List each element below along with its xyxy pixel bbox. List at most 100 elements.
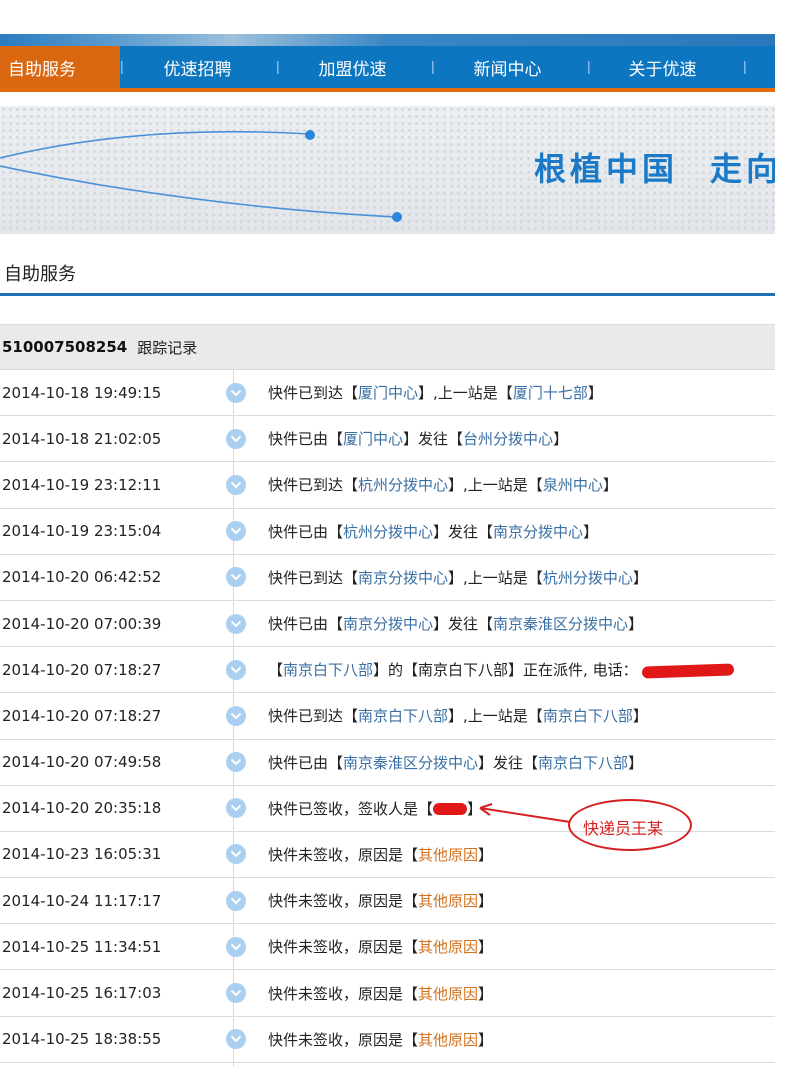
location-link[interactable]: 南京秦淮区分拨中心 bbox=[343, 754, 478, 772]
row-message: 快件已到达【南京分拨中心】,上一站是【杭州分拨中心】 bbox=[268, 567, 648, 588]
row-message: 快件未签收，原因是【其他原因】 bbox=[268, 1029, 493, 1050]
route-node bbox=[305, 130, 315, 140]
row-message: 快件未签收，原因是【其他原因】 bbox=[268, 936, 493, 957]
location-link[interactable]: 厦门中心 bbox=[343, 430, 403, 448]
tracking-header: 510007508254 跟踪记录 bbox=[0, 324, 775, 370]
chevron-down-icon bbox=[226, 752, 246, 773]
chevron-down-icon bbox=[226, 382, 246, 403]
message-text: 快件已由【 bbox=[268, 430, 344, 449]
row-message: 快件未签收，原因是【其他原因】 bbox=[268, 890, 493, 911]
message-text: 快件已到达【 bbox=[268, 707, 359, 726]
message-text: 】 bbox=[478, 938, 494, 957]
tracking-row: 2014-10-20 07:18:27 【南京白下八部】的【南京白下八部】正在派件… bbox=[0, 647, 775, 694]
annotation-label: 快递员王某 bbox=[583, 819, 664, 838]
location-link[interactable]: 南京白下八部 bbox=[538, 754, 628, 772]
row-message: 快件已到达【南京白下八部】,上一站是【南京白下八部】 bbox=[268, 705, 648, 726]
row-message: 快件已由【南京分拨中心】发往【南京秦淮区分拨中心】 bbox=[268, 613, 643, 634]
chevron-down-icon bbox=[226, 844, 246, 865]
reason-text: 其他原因 bbox=[418, 984, 479, 1003]
nav-separator bbox=[277, 61, 279, 74]
location-link[interactable]: 南京分拨中心 bbox=[343, 615, 433, 633]
nav-separators bbox=[121, 61, 746, 74]
location-link[interactable]: 杭州分拨中心 bbox=[358, 476, 448, 494]
chevron-down-icon bbox=[226, 613, 246, 634]
reason-text: 其他原因 bbox=[418, 1030, 479, 1049]
tracking-row: 2014-10-19 23:15:04 快件已由【杭州分拨中心】发往【南京分拨中心… bbox=[0, 509, 775, 555]
location-link[interactable]: 南京白下八部 bbox=[543, 707, 633, 725]
tracking-row: 2014-10-25 16:17:03 快件未签收，原因是【其他原因】 bbox=[0, 970, 775, 1017]
route-line bbox=[0, 130, 311, 159]
row-message: 快件已到达【厦门中心】,上一站是【厦门十七部】 bbox=[268, 382, 603, 403]
row-message: 快件已到达【杭州分拨中心】,上一站是【泉州中心】 bbox=[268, 474, 618, 495]
message-text: 】 bbox=[478, 984, 494, 1003]
location-link[interactable]: 杭州分拨中心 bbox=[543, 569, 633, 587]
location-link[interactable]: 杭州分拨中心 bbox=[343, 523, 433, 541]
message-text: 】 bbox=[632, 707, 648, 726]
row-message: 快件未签收，原因是【其他原因】 bbox=[268, 844, 493, 865]
chevron-down-icon bbox=[226, 521, 246, 542]
row-timestamp: 2014-10-25 11:34:51 bbox=[2, 937, 162, 956]
message-text: 快件未签收，原因是【 bbox=[268, 984, 419, 1003]
row-timestamp: 2014-10-23 16:05:31 bbox=[2, 845, 162, 864]
tracking-number: 510007508254 bbox=[2, 338, 128, 356]
tracking-list: 2014-10-18 19:49:15 快件已到达【厦门中心】,上一站是【厦门十七… bbox=[0, 370, 775, 1063]
tracking-caption: 跟踪记录 bbox=[137, 338, 198, 357]
row-message: 快件已由【杭州分拨中心】发往【南京分拨中心】 bbox=[268, 521, 598, 542]
row-message: 【南京白下八部】的【南京白下八部】正在派件, 电话： bbox=[268, 659, 734, 680]
reason-text: 其他原因 bbox=[418, 938, 479, 957]
nav-separator bbox=[432, 61, 434, 74]
route-node bbox=[392, 212, 402, 222]
row-timestamp: 2014-10-20 06:42:52 bbox=[2, 568, 162, 587]
chevron-down-icon bbox=[226, 890, 246, 911]
location-link[interactable]: 南京白下八部 bbox=[358, 707, 448, 725]
banner-slogan: 根植中国 bbox=[534, 150, 679, 188]
message-text: 】发往【 bbox=[433, 522, 494, 541]
message-text: 】,上一站是【 bbox=[448, 476, 543, 495]
message-text: 快件未签收，原因是【 bbox=[268, 938, 419, 957]
redaction-mark bbox=[641, 663, 734, 679]
row-timestamp: 2014-10-18 19:49:15 bbox=[2, 383, 162, 402]
message-text: 】 bbox=[587, 384, 603, 403]
message-text: 快件已签收，签收人是【 bbox=[268, 799, 434, 818]
section-divider bbox=[0, 293, 775, 296]
message-text: 】 bbox=[478, 845, 494, 864]
message-text: 【 bbox=[268, 661, 284, 680]
message-text: 】 bbox=[632, 568, 648, 587]
location-link[interactable]: 厦门十七部 bbox=[513, 384, 588, 402]
message-text: 】,上一站是【 bbox=[418, 384, 513, 403]
chevron-down-icon bbox=[226, 567, 246, 588]
message-text: 】发往【 bbox=[478, 753, 539, 772]
message-text: 】,上一站是【 bbox=[448, 568, 543, 587]
row-timestamp: 2014-10-24 11:17:17 bbox=[2, 891, 162, 910]
row-timestamp: 2014-10-20 07:00:39 bbox=[2, 614, 162, 633]
message-text: 】 bbox=[478, 1030, 494, 1049]
row-timestamp: 2014-10-25 16:17:03 bbox=[2, 984, 162, 1003]
nav-separator bbox=[588, 61, 590, 74]
message-text: 快件已到达【 bbox=[268, 476, 359, 495]
tracking-row: 2014-10-20 07:49:58 快件已由【南京秦淮区分拨中心】发往【南京白… bbox=[0, 740, 775, 786]
chevron-down-icon bbox=[226, 983, 246, 1004]
row-timestamp: 2014-10-19 23:15:04 bbox=[2, 522, 162, 541]
row-message: 快件已由【南京秦淮区分拨中心】发往【南京白下八部】 bbox=[268, 752, 643, 773]
chevron-down-icon bbox=[226, 705, 246, 726]
arrow-shaft bbox=[479, 807, 571, 823]
nav-separator bbox=[121, 61, 123, 74]
location-link[interactable]: 南京秦淮区分拨中心 bbox=[493, 615, 628, 633]
chevron-down-icon bbox=[226, 1029, 246, 1050]
location-link[interactable]: 南京白下八部 bbox=[283, 661, 373, 679]
chevron-down-icon bbox=[226, 936, 246, 957]
tracking-row: 2014-10-24 11:17:17 快件未签收，原因是【其他原因】 bbox=[0, 878, 775, 925]
message-text: 快件已到达【 bbox=[268, 384, 359, 403]
location-link[interactable]: 台州分拨中心 bbox=[463, 430, 553, 448]
message-text: 】 bbox=[583, 522, 599, 541]
location-link[interactable]: 南京分拨中心 bbox=[493, 523, 583, 541]
message-text: 】 bbox=[478, 892, 494, 911]
location-link[interactable]: 厦门中心 bbox=[358, 384, 418, 402]
location-link[interactable]: 泉州中心 bbox=[543, 476, 603, 494]
tracking-row: 2014-10-18 21:02:05 快件已由【厦门中心】发往【台州分拨中心】 bbox=[0, 416, 775, 463]
top-decorative-strip bbox=[0, 34, 775, 46]
location-link[interactable]: 南京分拨中心 bbox=[358, 569, 448, 587]
nav-separator bbox=[744, 61, 746, 74]
message-text: 快件已由【 bbox=[268, 753, 344, 772]
redaction-mark bbox=[433, 803, 468, 816]
